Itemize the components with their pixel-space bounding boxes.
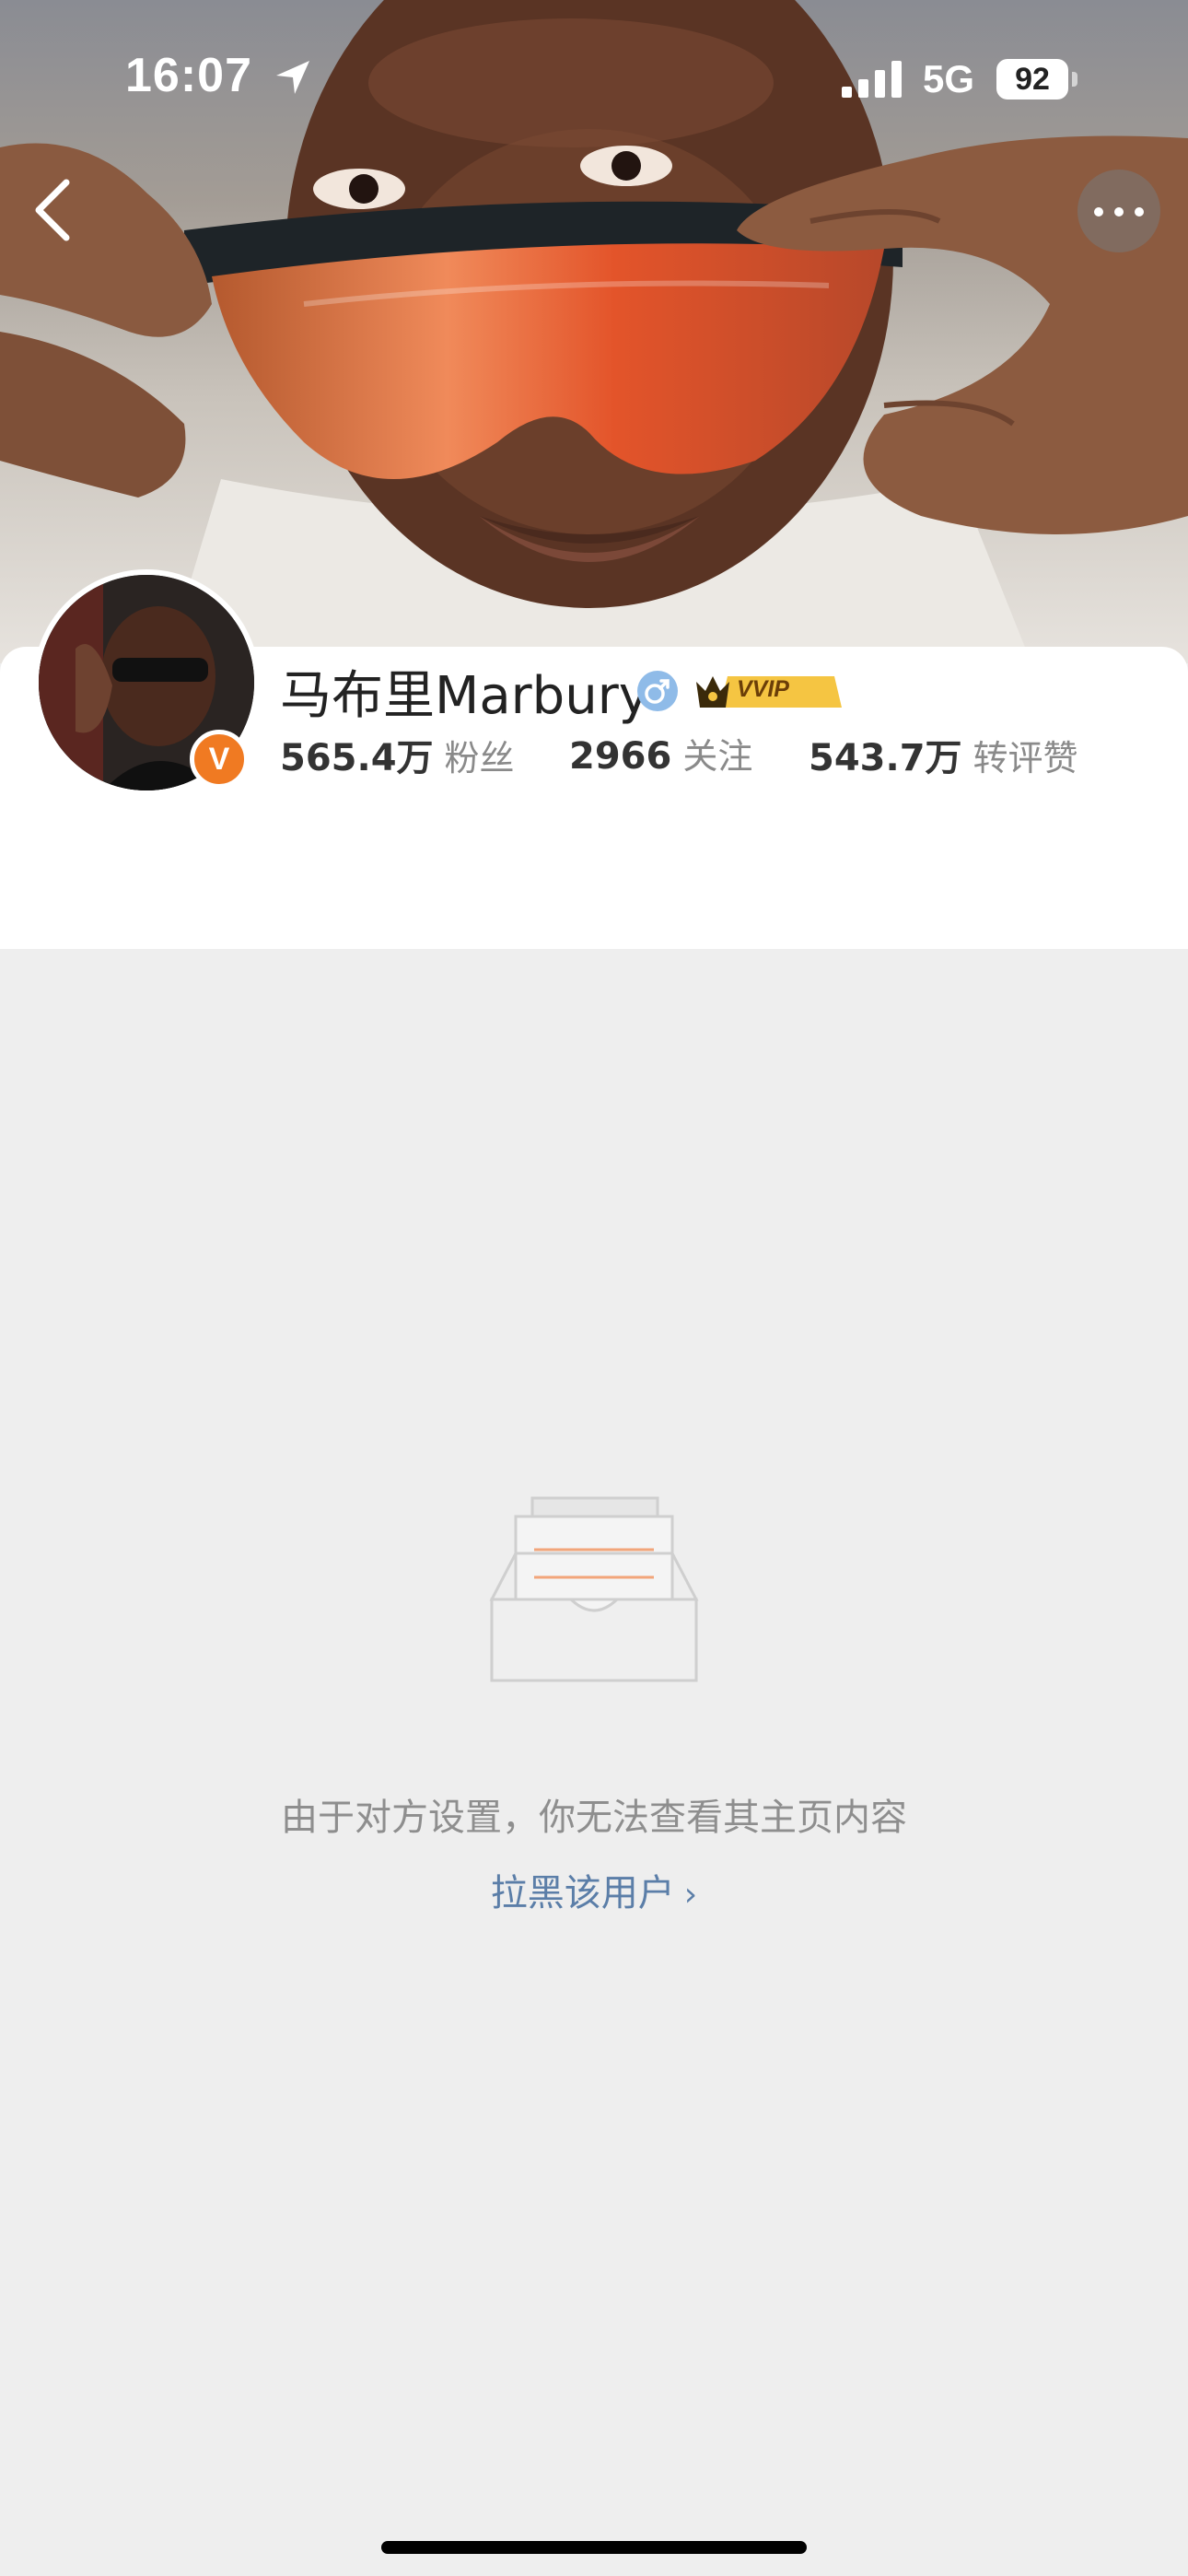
status-time: 16:07	[125, 49, 252, 102]
stat-value: 2966	[569, 735, 672, 778]
stat-value: 565.4万	[280, 737, 434, 779]
network-type: 5G	[923, 57, 975, 100]
stat-label: 粉丝	[444, 738, 515, 779]
more-icon[interactable]	[1077, 170, 1160, 252]
battery-tip	[1072, 72, 1077, 87]
gender-male-icon	[637, 671, 678, 711]
restricted-message: 由于对方设置，你无法查看其主页内容	[281, 1797, 907, 1839]
vvip-label: VVIP	[737, 676, 789, 702]
block-user-link[interactable]: 拉黑该用户 ›	[0, 1863, 1188, 1916]
back-arrow-icon[interactable]	[26, 175, 81, 245]
chevron-right-icon: ›	[683, 1876, 698, 1914]
stat-value: 543.7万	[809, 737, 962, 779]
empty-inbox-icon	[489, 1496, 699, 1682]
profile-name: 马布里Marbury	[280, 666, 649, 726]
stat-label: 转评赞	[973, 738, 1078, 779]
signal-icon	[842, 61, 902, 98]
stat-interactions[interactable]: 543.7万 转评赞	[809, 728, 1078, 781]
verified-badge: V	[190, 730, 249, 789]
more-dot	[1135, 207, 1144, 217]
vvip-badge[interactable]: VVIP	[693, 671, 842, 713]
home-indicator[interactable]	[381, 2541, 807, 2554]
battery-indicator: 92	[996, 59, 1068, 100]
stat-following[interactable]: 2966 关注	[569, 728, 752, 779]
more-dot	[1114, 207, 1124, 217]
location-arrow-icon	[276, 61, 309, 94]
stat-followers[interactable]: 565.4万 粉丝	[280, 728, 515, 781]
more-dot	[1094, 207, 1103, 217]
block-user-label: 拉黑该用户	[490, 1872, 675, 1914]
stat-label: 关注	[682, 736, 753, 777]
